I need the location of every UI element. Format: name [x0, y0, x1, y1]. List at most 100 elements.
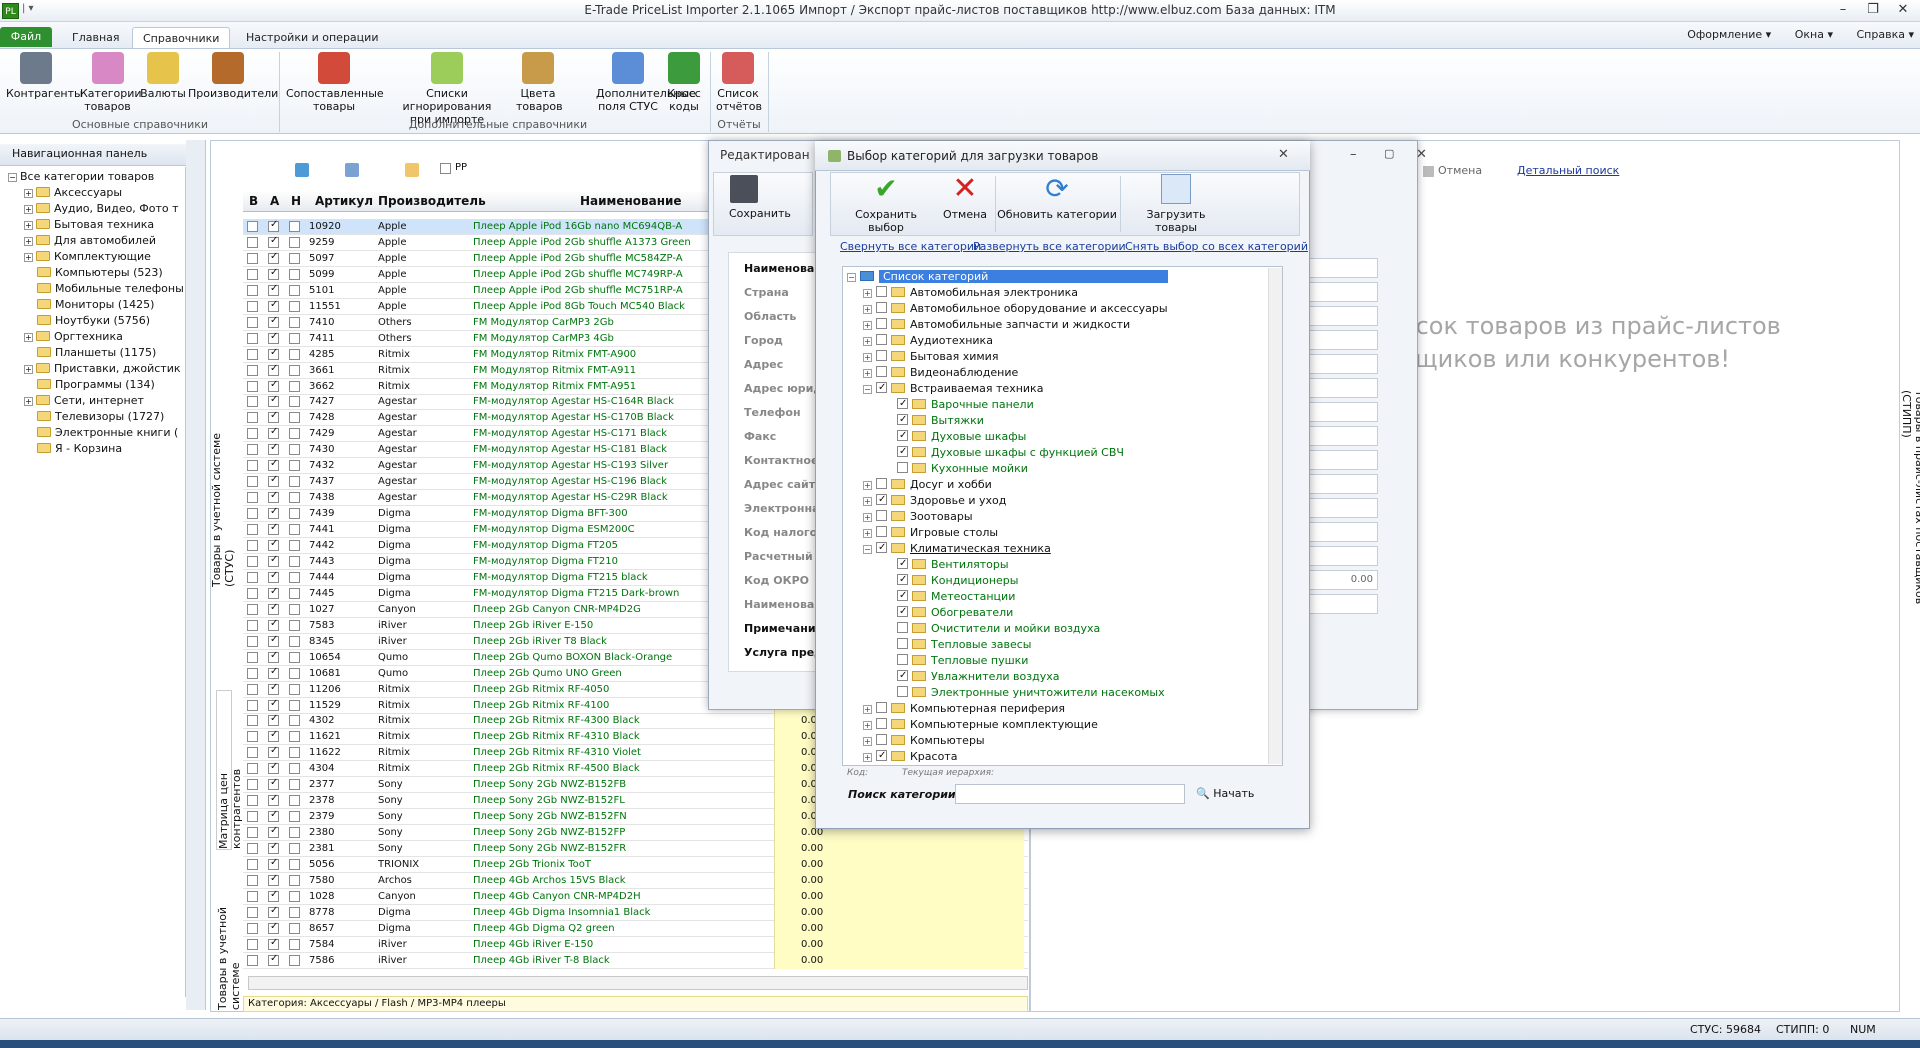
tab-main[interactable]: Главная: [62, 27, 130, 48]
row-checkbox[interactable]: [268, 458, 279, 472]
row-checkbox[interactable]: [268, 857, 279, 870]
row-checkbox[interactable]: [289, 508, 300, 520]
row-checkbox[interactable]: [247, 221, 258, 232]
price-cell[interactable]: 0.00: [774, 841, 1024, 858]
save-selection-button[interactable]: ✔ Сохранить выбор: [836, 174, 936, 235]
row-checkbox[interactable]: [289, 348, 300, 360]
row-checkbox[interactable]: [268, 538, 279, 551]
col-name[interactable]: Наименование: [580, 194, 682, 208]
table-row[interactable]: 5056 TRIONIX Плеер 2Gb Trionix TooT 0.00: [243, 857, 1028, 873]
row-checkbox[interactable]: [289, 380, 300, 392]
nav-tree-item[interactable]: Мониторы (1425): [0, 297, 185, 313]
tab-directories[interactable]: Справочники: [132, 27, 231, 48]
row-checkbox[interactable]: [247, 268, 258, 280]
form-field-input[interactable]: [1308, 402, 1378, 422]
row-checkbox[interactable]: [289, 492, 300, 504]
nav-tree-item[interactable]: + Комплектующие: [0, 249, 185, 265]
row-checkbox[interactable]: [268, 315, 279, 328]
nav-tree-item[interactable]: Я - Корзина: [0, 441, 185, 457]
row-checkbox[interactable]: [247, 524, 258, 536]
row-checkbox[interactable]: [247, 827, 258, 839]
row-checkbox[interactable]: [289, 843, 300, 855]
category-checkbox[interactable]: [876, 540, 887, 556]
manufacturers-button[interactable]: Производители: [188, 52, 278, 100]
side-tab-stipp[interactable]: Товары в прайс-листах поставщиков (СТИПП…: [1900, 390, 1920, 650]
expand-icon[interactable]: +: [863, 481, 872, 490]
nav-tree-item[interactable]: Телевизоры (1727): [0, 409, 185, 425]
pp-checkbox[interactable]: [440, 163, 451, 174]
help-menu[interactable]: Справка ▾: [1847, 28, 1915, 41]
form-field-input[interactable]: [1308, 258, 1378, 278]
category-checkbox[interactable]: [876, 492, 887, 508]
side-tab-price-matrix[interactable]: Матрица цен контрагентов: [216, 690, 243, 850]
category-item[interactable]: Электронные уничтожители насекомых: [843, 685, 1165, 701]
category-item[interactable]: Увлажнители воздуха: [843, 668, 1060, 685]
expand-icon[interactable]: +: [863, 369, 872, 378]
row-checkbox[interactable]: [289, 874, 300, 886]
category-checkbox[interactable]: [897, 654, 908, 665]
row-checkbox[interactable]: [247, 412, 258, 424]
row-checkbox[interactable]: [247, 364, 258, 376]
category-item[interactable]: Метеостанции: [843, 588, 1015, 605]
expand-icon[interactable]: +: [863, 497, 872, 506]
row-checkbox[interactable]: [268, 761, 279, 775]
price-cell[interactable]: 0.00: [774, 936, 1024, 953]
nav-tree-item[interactable]: Планшеты (1175): [0, 345, 185, 361]
category-checkbox[interactable]: [897, 556, 908, 572]
collapse-icon[interactable]: −: [863, 385, 872, 394]
category-checkbox[interactable]: [897, 668, 908, 684]
form-field-input[interactable]: [1308, 474, 1378, 494]
form-field-input[interactable]: [1308, 594, 1378, 614]
side-tab-stus[interactable]: Товары в учетной системе (СТУС): [210, 402, 236, 587]
category-item[interactable]: Очистители и мойки воздуха: [843, 621, 1100, 637]
row-checkbox[interactable]: [268, 634, 279, 647]
row-checkbox[interactable]: [268, 618, 279, 631]
clear-selection-link[interactable]: Снять выбор со всех категорий: [1125, 240, 1308, 253]
row-checkbox[interactable]: [268, 426, 279, 440]
expand-icon[interactable]: +: [863, 305, 872, 314]
category-item[interactable]: + Бытовая химия: [843, 349, 998, 365]
left-splitter[interactable]: [186, 140, 206, 1010]
cross-codes-button[interactable]: Кросс коды: [664, 52, 704, 113]
row-checkbox[interactable]: [247, 619, 258, 631]
row-checkbox[interactable]: [247, 906, 258, 918]
row-checkbox[interactable]: [247, 284, 258, 296]
row-checkbox[interactable]: [289, 619, 300, 631]
price-cell[interactable]: 0.00: [774, 857, 1024, 873]
table-row[interactable]: 8657 Digma Плеер 4Gb Digma Q2 green 0.00: [243, 920, 1028, 937]
nav-tree-item[interactable]: + Бытовая техника: [0, 217, 185, 233]
nav-tree-item[interactable]: + Аудио, Видео, Фото т: [0, 201, 185, 217]
row-checkbox[interactable]: [289, 922, 300, 934]
nav-tree-item[interactable]: + Приставки, джойстик: [0, 361, 185, 377]
row-checkbox[interactable]: [289, 284, 300, 296]
row-checkbox[interactable]: [289, 603, 300, 615]
row-checkbox[interactable]: [268, 602, 279, 615]
row-checkbox[interactable]: [268, 825, 279, 839]
col-article[interactable]: Артикул: [315, 194, 373, 208]
form-field-input[interactable]: [1308, 306, 1378, 326]
row-checkbox[interactable]: [247, 332, 258, 344]
row-checkbox[interactable]: [289, 731, 300, 743]
row-checkbox[interactable]: [289, 221, 300, 232]
category-item[interactable]: + Досуг и хобби: [843, 477, 992, 493]
category-checkbox[interactable]: [876, 478, 887, 489]
collapse-all-link[interactable]: Свернуть все категории: [840, 240, 981, 253]
row-checkbox[interactable]: [247, 476, 258, 488]
category-item[interactable]: Тепловые пушки: [843, 653, 1028, 669]
restore-icon[interactable]: ❐: [1858, 0, 1888, 20]
category-checkbox[interactable]: [876, 380, 887, 396]
search-start-button[interactable]: 🔍 Начать: [1196, 787, 1254, 800]
category-item[interactable]: Обогреватели: [843, 604, 1013, 621]
row-checkbox[interactable]: [289, 859, 300, 870]
table-row[interactable]: 2381 Sony Плеер Sony 2Gb NWZ-B152FR 0.00: [243, 841, 1028, 858]
form-field-input[interactable]: [1308, 330, 1378, 350]
category-item[interactable]: +Здоровье и уход: [843, 492, 1006, 509]
row-checkbox[interactable]: [289, 252, 300, 264]
table-row[interactable]: 7586 iRiver Плеер 4Gb iRiver T-8 Black 0.00: [243, 952, 1028, 969]
refresh-categories-button[interactable]: ⟳ Обновить категории: [997, 174, 1117, 222]
category-item[interactable]: +Красота: [843, 748, 957, 765]
category-item[interactable]: Варочные панели: [843, 396, 1034, 413]
form-field-input[interactable]: [1308, 450, 1378, 470]
category-checkbox[interactable]: [876, 286, 887, 297]
category-item[interactable]: −Климатическая техника: [843, 540, 1051, 557]
